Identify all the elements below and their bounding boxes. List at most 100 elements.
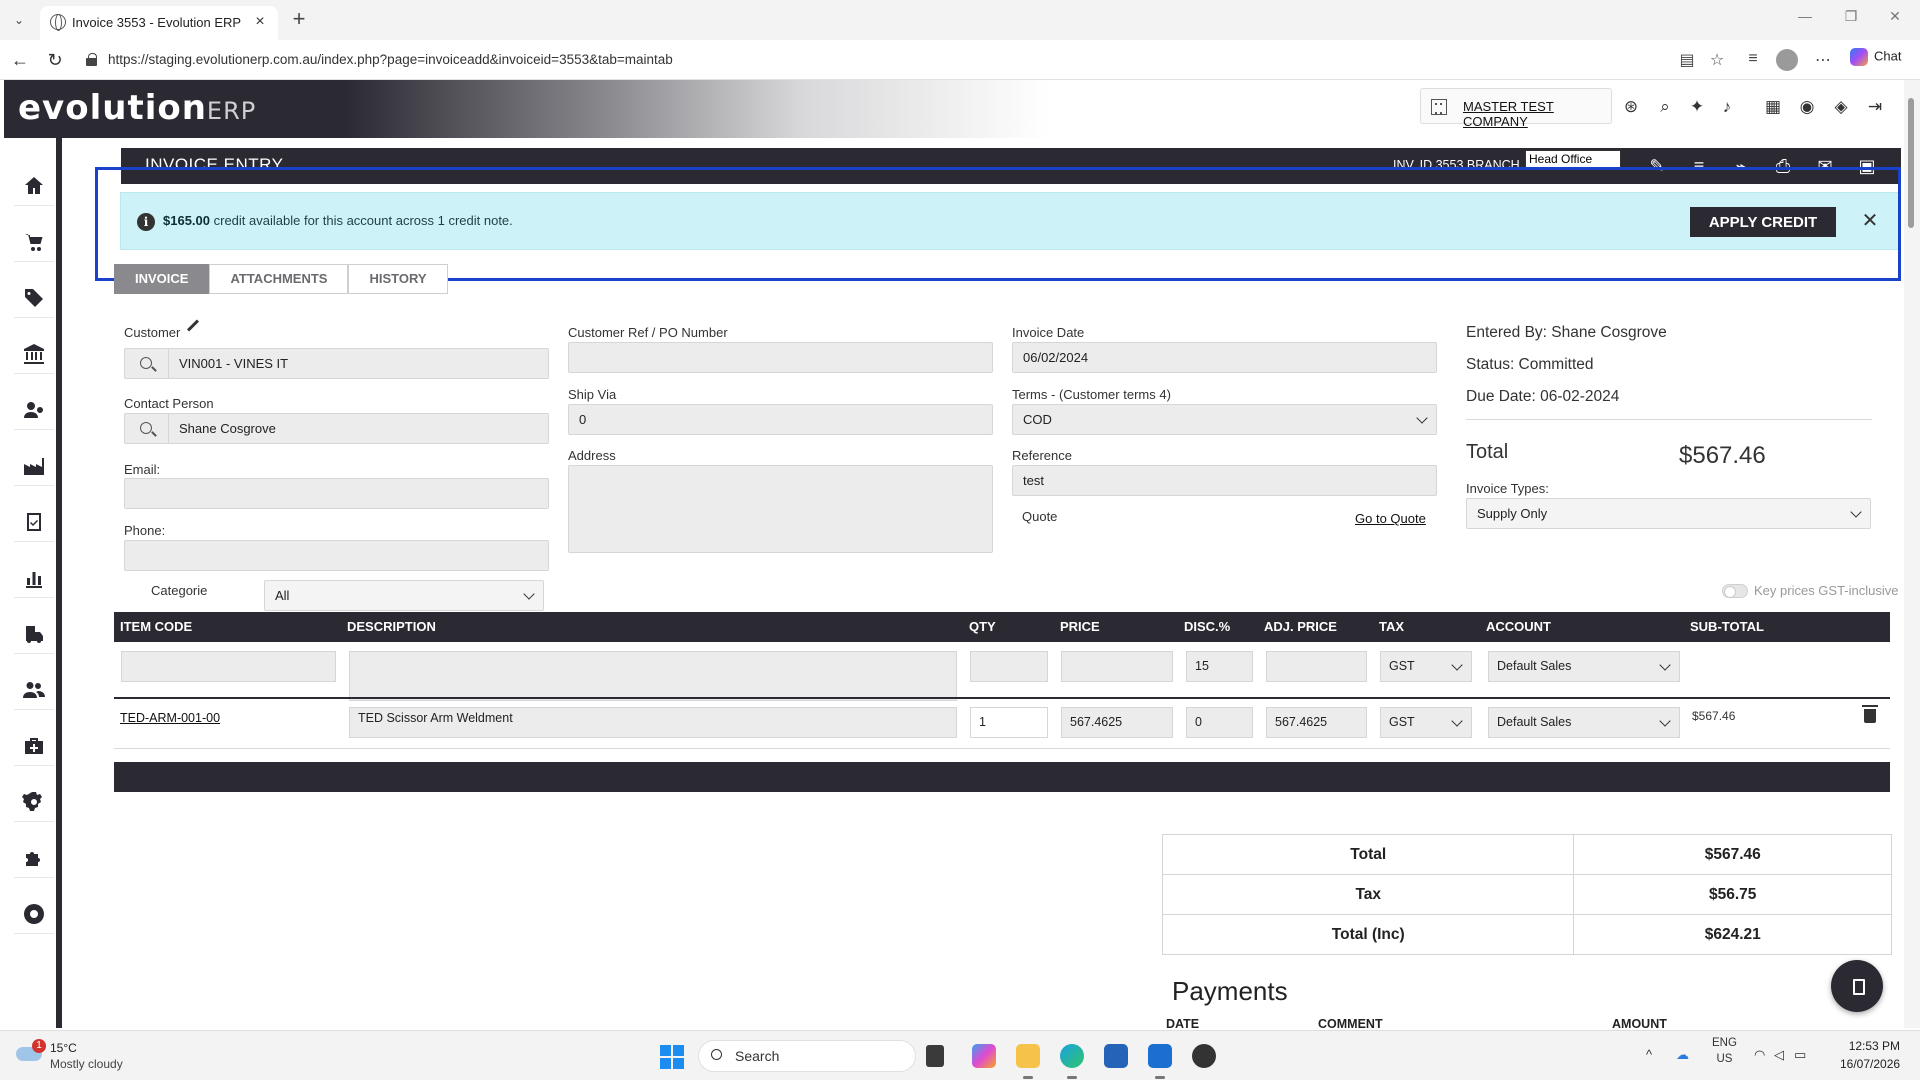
address-textarea[interactable] xyxy=(568,465,993,553)
categorie-select[interactable]: All xyxy=(264,580,544,611)
browser-tab[interactable]: Invoice 3553 - Evolution ERP × xyxy=(40,6,278,40)
medical-kit-icon[interactable] xyxy=(14,726,54,766)
clipboard-icon[interactable]: ▣ xyxy=(1855,154,1879,178)
edit-pencil-icon[interactable] xyxy=(186,319,200,332)
user-circle-icon[interactable]: ◉ xyxy=(1796,96,1818,118)
windows-start-icon[interactable] xyxy=(660,1045,684,1069)
custref-field[interactable] xyxy=(568,342,993,373)
tray-chevron-icon[interactable]: ^ xyxy=(1646,1047,1652,1062)
scrollbar-thumb[interactable] xyxy=(1908,98,1914,228)
reader-view-icon[interactable]: ▤ xyxy=(1676,50,1698,70)
lifebuoy-icon[interactable] xyxy=(14,894,54,934)
new-account-select[interactable]: Default Sales xyxy=(1488,651,1680,682)
tab-close-icon[interactable]: × xyxy=(250,12,270,32)
gst-inclusive-toggle[interactable] xyxy=(1722,584,1748,598)
store-icon[interactable] xyxy=(1104,1044,1128,1068)
wifi-icon[interactable]: ◠ xyxy=(1754,1047,1765,1063)
onedrive-icon[interactable]: ☁ xyxy=(1676,1047,1689,1063)
people-icon[interactable] xyxy=(14,670,54,710)
price-input[interactable]: 567.4625 xyxy=(1061,707,1173,738)
terms-select[interactable]: COD xyxy=(1012,404,1437,435)
menu-icon[interactable]: ≡ xyxy=(1687,154,1711,178)
invoice-types-select[interactable]: Supply Only xyxy=(1466,498,1871,529)
print-icon[interactable]: ⎙ xyxy=(1771,154,1795,178)
bell-icon[interactable]: ♪ xyxy=(1716,96,1738,118)
bar-chart-icon[interactable] xyxy=(14,558,54,598)
back-icon[interactable]: ← xyxy=(9,49,31,71)
more-options-icon[interactable]: ⋯ xyxy=(1812,50,1834,70)
adj-price-input[interactable]: 567.4625 xyxy=(1266,707,1367,738)
attachment-icon[interactable]: ⌁ xyxy=(1729,154,1753,178)
customer-field[interactable]: VIN001 - VINES IT xyxy=(124,348,549,379)
new-disc-input[interactable]: 15 xyxy=(1186,651,1253,682)
new-item-code-input[interactable] xyxy=(121,651,336,682)
cart-icon[interactable] xyxy=(14,222,54,262)
new-price-input[interactable] xyxy=(1061,651,1173,682)
restore-icon[interactable]: ❐ xyxy=(1836,8,1866,25)
new-tax-select[interactable]: GST xyxy=(1380,651,1472,682)
tab-attachments[interactable]: ATTACHMENTS xyxy=(209,264,349,294)
invoice-date-field[interactable]: 06/02/2024 xyxy=(1012,342,1437,373)
new-qty-input[interactable] xyxy=(970,651,1048,682)
favorites-list-icon[interactable]: ≡ xyxy=(1742,50,1764,68)
search-icon[interactable]: ⌕ xyxy=(1654,96,1676,118)
factory-icon[interactable] xyxy=(14,446,54,486)
support-lifebuoy-icon[interactable]: ⊛ xyxy=(1620,96,1642,118)
disc-input[interactable]: 0 xyxy=(1186,707,1253,738)
profile-avatar[interactable] xyxy=(1776,49,1798,71)
checklist-icon[interactable] xyxy=(14,502,54,542)
task-view-icon[interactable] xyxy=(926,1045,944,1067)
shield-icon[interactable]: ◈ xyxy=(1830,96,1852,118)
file-explorer-icon[interactable] xyxy=(1016,1044,1040,1068)
logout-icon[interactable]: ⇥ xyxy=(1864,96,1886,118)
user-cog-icon[interactable] xyxy=(14,390,54,430)
new-description-input[interactable] xyxy=(349,651,957,701)
language-indicator[interactable]: ENG US xyxy=(1712,1035,1737,1067)
volume-icon[interactable]: ◁ xyxy=(1774,1047,1784,1063)
puzzle-piece-icon[interactable] xyxy=(14,838,54,878)
floating-action-button[interactable] xyxy=(1831,960,1883,1012)
gear-icon[interactable] xyxy=(14,782,54,822)
tag-icon[interactable] xyxy=(14,278,54,318)
refresh-icon[interactable]: ↻ xyxy=(44,49,66,71)
home-icon[interactable] xyxy=(14,166,54,206)
account-select[interactable]: Default Sales xyxy=(1488,707,1680,738)
tab-history[interactable]: HISTORY xyxy=(348,264,448,294)
edge-icon[interactable] xyxy=(1060,1044,1084,1068)
tab-invoice[interactable]: INVOICE xyxy=(114,264,210,294)
favorite-star-icon[interactable]: ☆ xyxy=(1706,50,1728,70)
bank-icon[interactable] xyxy=(14,334,54,374)
new-adj-price-input[interactable] xyxy=(1266,651,1367,682)
apply-credit-button[interactable]: APPLY CREDIT xyxy=(1690,207,1836,237)
calendar-icon[interactable]: ▦ xyxy=(1762,96,1784,118)
branch-select[interactable]: Head Office xyxy=(1525,150,1621,168)
contact-field[interactable]: Shane Cosgrove xyxy=(124,413,549,444)
taskbar-search[interactable]: Search xyxy=(698,1040,916,1072)
vehicle-icon[interactable] xyxy=(14,614,54,654)
email-icon[interactable]: ✉ xyxy=(1813,154,1837,178)
wrench-icon[interactable]: ✎ xyxy=(1645,154,1669,178)
outlook-icon[interactable] xyxy=(1148,1044,1172,1068)
new-tab-button[interactable]: + xyxy=(287,8,311,32)
page-scrollbar[interactable] xyxy=(1904,80,1920,1028)
tab-list-icon[interactable]: ⌄ xyxy=(8,10,30,30)
camera-app-icon[interactable] xyxy=(1192,1044,1216,1068)
shipvia-field[interactable]: 0 xyxy=(568,404,993,435)
battery-icon[interactable]: ▭ xyxy=(1794,1047,1806,1063)
qty-input[interactable]: 1 xyxy=(970,707,1048,738)
copilot-chat-button[interactable]: Chat xyxy=(1850,48,1901,66)
clock[interactable]: 12:53 PM 16/07/2026 xyxy=(1840,1037,1900,1073)
phone-field[interactable] xyxy=(124,540,549,571)
delete-trash-icon[interactable] xyxy=(1862,705,1878,723)
url-field[interactable]: https://staging.evolutionerp.com.au/inde… xyxy=(80,46,1680,74)
company-selector[interactable]: MASTER TEST COMPANY xyxy=(1420,88,1612,129)
tax-select[interactable]: GST xyxy=(1380,707,1472,738)
puzzle-icon[interactable]: ✦ xyxy=(1686,96,1708,118)
m365-icon[interactable] xyxy=(972,1044,996,1068)
description-field[interactable]: TED Scissor Arm Weldment xyxy=(349,707,957,738)
reference-field[interactable]: test xyxy=(1012,465,1437,496)
evolution-erp-logo[interactable]: evolutionERP xyxy=(18,88,256,128)
close-icon[interactable]: ✕ xyxy=(1857,208,1883,234)
window-close-icon[interactable]: ✕ xyxy=(1880,8,1910,25)
minimize-icon[interactable]: — xyxy=(1790,8,1820,24)
